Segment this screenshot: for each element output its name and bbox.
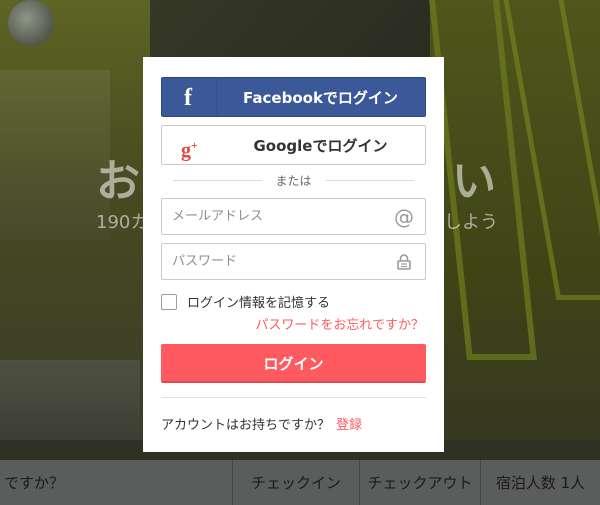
forgot-password-link[interactable]: パスワードをお忘れですか？ [255,314,424,333]
facebook-icon: f [184,85,192,111]
login-modal: f Facebookでログイン g+ Googleでログイン または @ ログイ… [143,57,444,452]
search-bar: ですか？ チェックイン チェックアウト 宿泊人数 1人 [0,460,600,505]
google-login-button[interactable]: g+ Googleでログイン [161,125,426,165]
hero-title-left: お [96,156,140,207]
search-checkout-field[interactable]: チェックアウト [360,460,481,505]
login-button[interactable]: ログイン [161,344,426,383]
or-divider: または [173,172,415,188]
divider-line-right [325,179,415,181]
at-icon: @ [394,205,414,229]
remember-me-checkbox[interactable]: ログイン情報を記憶する [161,292,330,311]
hero-subtitle-right: しよう [444,212,498,233]
signup-link[interactable]: 登録 [336,418,362,433]
lock-icon [393,251,415,273]
background-lamp [8,0,54,46]
google-login-label: Googleでログイン [253,136,388,155]
email-field-wrapper: @ [161,198,426,235]
checkbox-box[interactable] [161,293,177,310]
modal-divider [161,397,426,398]
facebook-login-label: Facebookでログイン [243,88,398,107]
background-window [0,70,110,240]
facebook-login-button[interactable]: f Facebookでログイン [161,77,426,117]
search-checkin-field[interactable]: チェックイン [233,460,360,505]
hero-subtitle-left: 190カ [96,212,149,233]
search-location-field[interactable]: ですか？ [0,460,233,505]
remember-me-label: ログイン情報を記憶する [187,296,331,311]
search-guests-select[interactable]: 宿泊人数 1人 [481,460,600,505]
hero-title-right: い [452,156,496,207]
password-field-wrapper [161,243,426,280]
signup-prompt-text: アカウントはお持ちですか？ [161,418,331,433]
divider-line-left [173,179,262,181]
google-plus-icon: g+ [181,138,198,162]
password-input[interactable] [162,244,425,279]
email-input[interactable] [162,199,425,234]
signup-prompt: アカウントはお持ちですか？ 登録 [161,414,362,433]
divider-text: または [275,173,312,188]
